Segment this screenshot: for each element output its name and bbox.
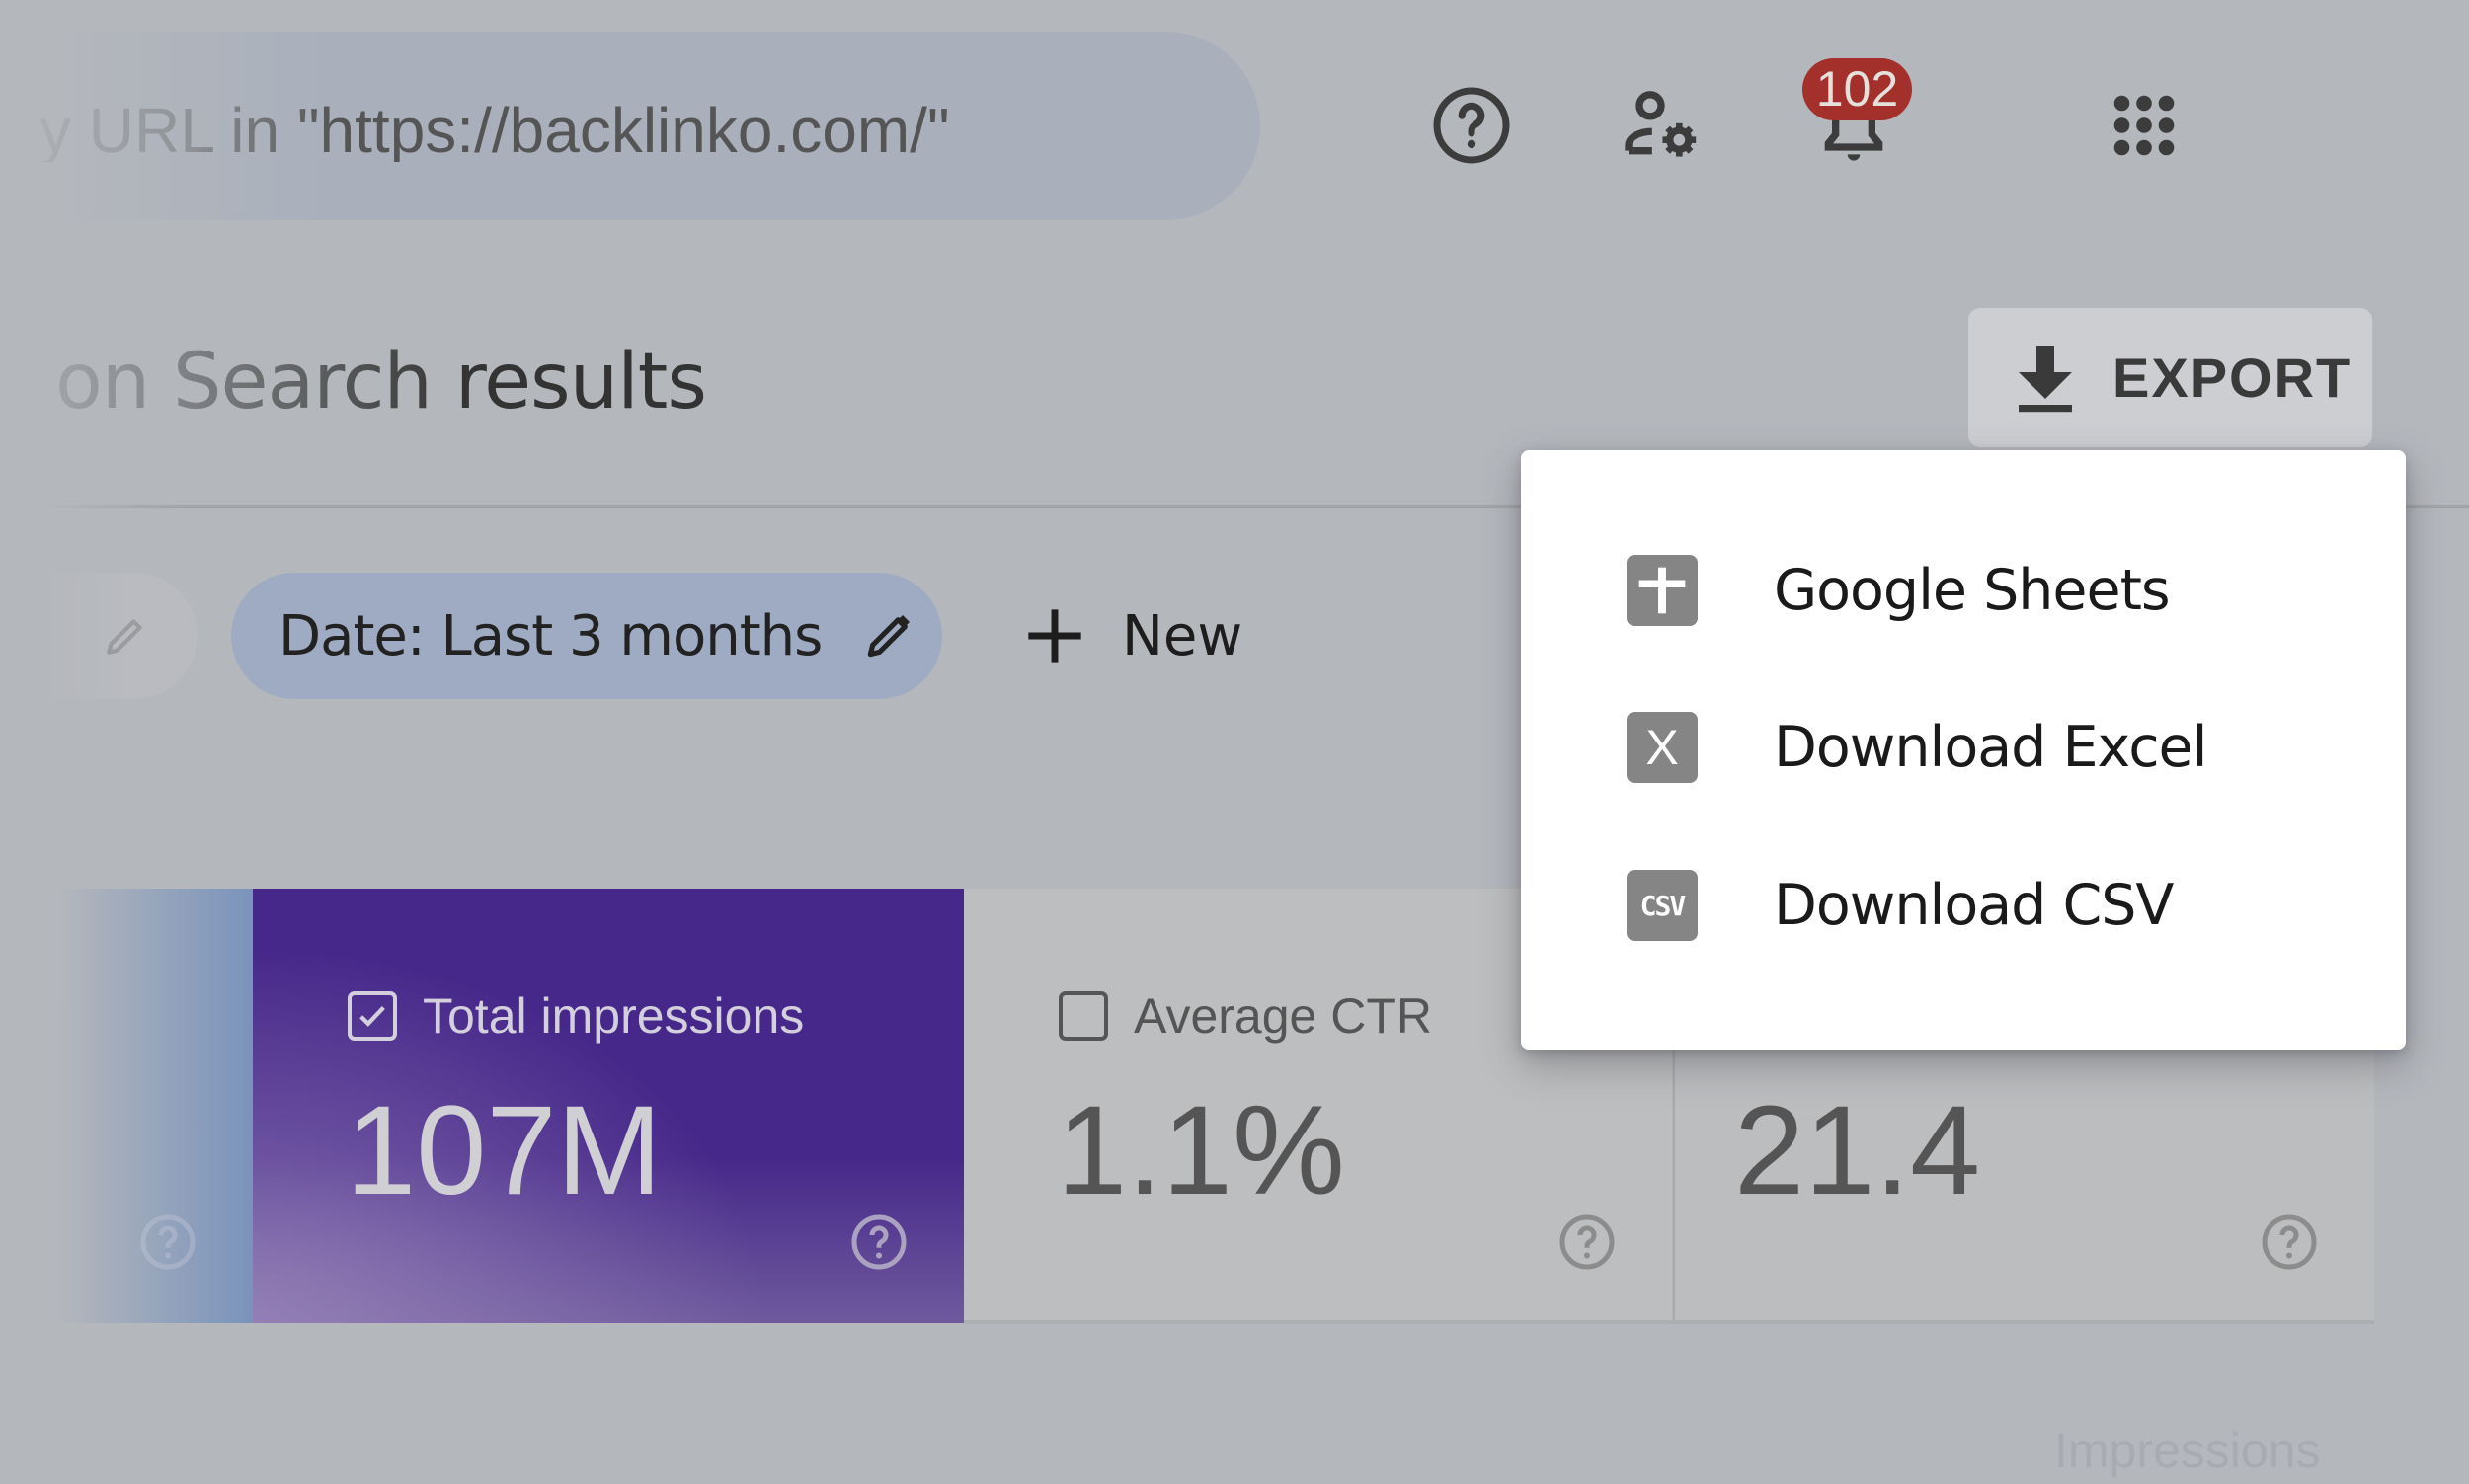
search-input-placeholder[interactable]: y URL in "https://backlinko.com/" [40,99,950,162]
metric-value-ctr: 1.1% [1057,1080,1345,1221]
plus-icon [1028,609,1081,663]
checkbox-checked[interactable] [348,991,397,1041]
csv-icon-text: CSV [1639,889,1687,922]
checkmark-icon [359,1006,385,1027]
export-button-label: EXPORT [2112,347,2352,409]
menu-item-label: Google Sheets [1774,558,2171,623]
csv-icon: CSV [1627,870,1698,941]
metric-value-impressions: 107M [346,1080,663,1221]
edit-pencil-icon [107,619,142,655]
admin-settings-button[interactable] [1617,81,1706,170]
add-filter-label: New [1122,603,1243,668]
download-icon [2019,345,2072,412]
help-icon[interactable] [138,1212,198,1272]
metric-value-position: 21.4 [1734,1080,1981,1221]
page-title: on Search results [55,338,707,427]
help-icon[interactable] [2260,1212,2319,1272]
metric-label-text: Average CTR [1134,988,1432,1044]
excel-icon-letter: X [1645,720,1679,775]
chart-axis-label: Impressions [2054,1423,2321,1478]
menu-item-download-csv[interactable]: CSV Download CSV [1521,831,2406,979]
menu-item-label: Download Excel [1774,715,2207,780]
edit-pencil-icon [868,615,911,658]
help-icon[interactable] [849,1212,909,1272]
menu-item-download-excel[interactable]: X Download Excel [1521,673,2406,821]
metric-label-impressions[interactable]: Total impressions [348,987,804,1045]
apps-grid-icon [2113,95,2175,156]
date-filter-chip[interactable]: Date: Last 3 months [231,573,942,699]
admin-settings-icon [1625,91,1697,157]
previous-filter-chip[interactable] [40,573,198,699]
checkbox-unchecked[interactable] [1059,991,1108,1041]
excel-icon: X [1627,712,1698,783]
help-icon[interactable] [1557,1212,1617,1272]
apps-button[interactable] [2100,81,2189,170]
add-filter-button[interactable]: New [1023,592,1242,679]
export-menu: Google Sheets X Download Excel CSV Downl… [1521,450,2406,1050]
metric-card-clicks[interactable] [59,889,253,1323]
metric-label-text: Total impressions [423,988,805,1044]
metric-label-ctr[interactable]: Average CTR [1059,987,1432,1045]
google-sheets-icon [1627,555,1698,626]
cards-divider [964,1320,2374,1324]
export-button[interactable]: EXPORT [1968,308,2372,447]
menu-item-label: Download CSV [1774,873,2174,938]
metric-card-impressions[interactable]: Total impressions 107M [253,889,964,1323]
help-button[interactable] [1427,81,1516,170]
notification-count-badge: 102 [1802,58,1912,120]
date-filter-label: Date: Last 3 months [279,603,823,668]
help-icon [1433,87,1510,164]
menu-item-google-sheets[interactable]: Google Sheets [1521,516,2406,664]
